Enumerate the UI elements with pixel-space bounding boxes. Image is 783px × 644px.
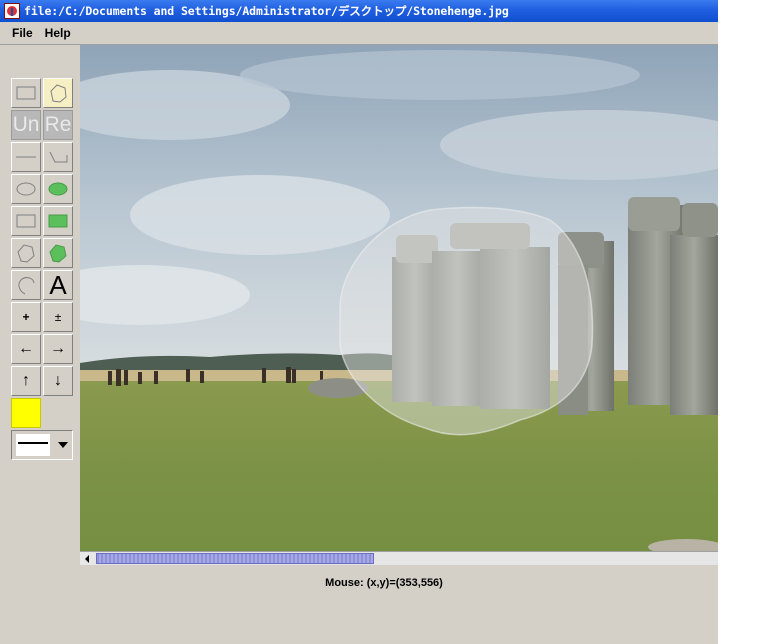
scroll-left-arrow-icon[interactable] xyxy=(80,552,94,565)
rectangle-select-button[interactable] xyxy=(11,78,41,108)
scrollbar-thumb[interactable] xyxy=(96,553,374,564)
freeform-select-icon xyxy=(50,84,67,103)
freehand-icon xyxy=(18,277,35,295)
java-app-icon xyxy=(4,3,20,19)
zoom-toggle-label: ± xyxy=(54,310,62,324)
arrow-down-icon: ↓ xyxy=(54,372,62,389)
rectangle-tool-button[interactable] xyxy=(11,206,41,236)
status-bar: Mouse: (x,y)=(353,556) xyxy=(0,577,718,589)
image-canvas[interactable] xyxy=(80,45,718,551)
horizontal-scrollbar[interactable] xyxy=(80,551,718,565)
arrow-up-icon: ↑ xyxy=(22,372,30,389)
text-tool-label: A xyxy=(49,270,67,300)
title-bar[interactable]: file:/C:/Documents and Settings/Administ… xyxy=(0,0,718,22)
line-width-select[interactable] xyxy=(11,430,73,460)
filled-rectangle-tool-button[interactable] xyxy=(43,206,73,236)
zoom-in-label: + xyxy=(22,310,30,324)
move-up-button[interactable]: ↑ xyxy=(11,366,41,396)
tool-palette: Un Re A + ± ← → ↑ ↓ xyxy=(8,78,74,468)
window-title: file:/C:/Documents and Settings/Administ… xyxy=(24,4,509,18)
rectangle-select-icon xyxy=(16,86,36,100)
arrow-left-icon: ← xyxy=(18,340,34,357)
move-right-button[interactable]: → xyxy=(43,334,73,364)
polyline-icon xyxy=(49,151,68,163)
line-width-preview xyxy=(16,434,50,456)
menu-bar: File Help xyxy=(0,22,718,44)
rectangle-filled-icon xyxy=(48,214,68,228)
polygon-outline-icon xyxy=(17,244,35,263)
freehand-tool-button[interactable] xyxy=(11,270,41,300)
freeform-select-button[interactable] xyxy=(43,78,73,108)
mouse-position-readout: Mouse: (x,y)=(353,556) xyxy=(325,577,443,589)
ellipse-filled-icon xyxy=(48,182,68,196)
text-tool-button[interactable]: A xyxy=(43,270,73,300)
filled-ellipse-tool-button[interactable] xyxy=(43,174,73,204)
rectangle-outline-icon xyxy=(16,214,36,228)
filled-polygon-tool-button[interactable] xyxy=(43,238,73,268)
line-icon xyxy=(16,156,36,158)
undo-label: Un xyxy=(12,113,40,136)
undo-button[interactable]: Un xyxy=(11,110,41,140)
line-tool-button[interactable] xyxy=(11,142,41,172)
polygon-filled-icon xyxy=(49,244,67,263)
chevron-down-icon xyxy=(58,442,68,448)
ellipse-tool-button[interactable] xyxy=(11,174,41,204)
fill-color-swatch[interactable] xyxy=(11,398,41,428)
redo-button[interactable]: Re xyxy=(43,110,73,140)
ellipse-outline-icon xyxy=(16,182,36,196)
application-window: file:/C:/Documents and Settings/Administ… xyxy=(0,0,718,644)
redo-label: Re xyxy=(44,113,72,136)
menu-file[interactable]: File xyxy=(6,26,39,40)
zoom-in-button[interactable]: + xyxy=(11,302,41,332)
arrow-right-icon: → xyxy=(50,340,66,357)
stonehenge-photo xyxy=(80,45,718,551)
move-down-button[interactable]: ↓ xyxy=(43,366,73,396)
polyline-tool-button[interactable] xyxy=(43,142,73,172)
polygon-tool-button[interactable] xyxy=(11,238,41,268)
move-left-button[interactable]: ← xyxy=(11,334,41,364)
menu-help[interactable]: Help xyxy=(39,26,77,40)
zoom-toggle-button[interactable]: ± xyxy=(43,302,73,332)
